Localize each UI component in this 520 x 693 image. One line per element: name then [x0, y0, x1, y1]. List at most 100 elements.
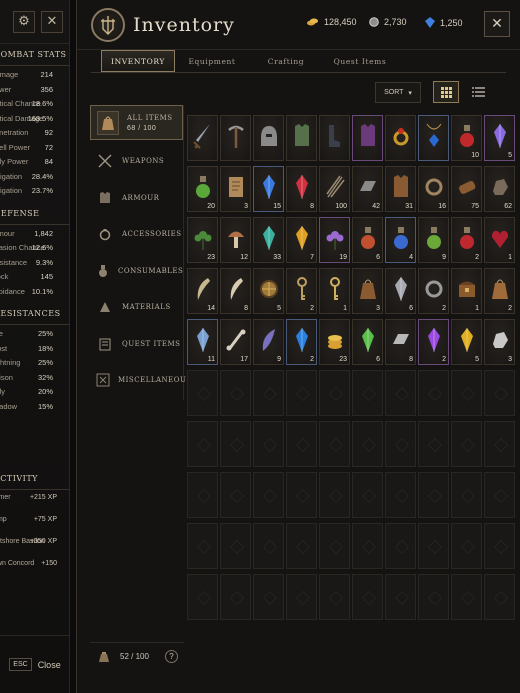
inventory-slot[interactable]: 62: [484, 166, 515, 212]
inventory-slot[interactable]: [385, 115, 416, 161]
empty-slot[interactable]: [418, 472, 449, 518]
empty-slot[interactable]: [352, 421, 383, 467]
empty-slot[interactable]: [253, 574, 284, 620]
inventory-slot[interactable]: [352, 115, 383, 161]
grid-view-button[interactable]: [433, 81, 459, 103]
close-label[interactable]: Close: [38, 660, 61, 670]
inventory-slot[interactable]: 100: [319, 166, 350, 212]
inventory-slot[interactable]: 6: [385, 268, 416, 314]
empty-slot[interactable]: [220, 472, 251, 518]
empty-slot[interactable]: [187, 574, 218, 620]
empty-slot[interactable]: [484, 472, 515, 518]
inventory-slot[interactable]: 2: [286, 268, 317, 314]
empty-slot[interactable]: [253, 472, 284, 518]
category-all-items[interactable]: All Items 68 / 100: [90, 105, 183, 140]
tab-crafting[interactable]: Crafting: [249, 50, 323, 72]
empty-slot[interactable]: [352, 370, 383, 416]
inventory-slot[interactable]: 8: [220, 268, 251, 314]
inventory-slot[interactable]: 9: [418, 217, 449, 263]
empty-slot[interactable]: [451, 472, 482, 518]
tab-inventory[interactable]: Inventory: [101, 50, 175, 72]
inventory-slot[interactable]: 5: [253, 268, 284, 314]
esc-key[interactable]: ESC: [9, 658, 32, 671]
inventory-slot[interactable]: 12: [220, 217, 251, 263]
inventory-slot[interactable]: 15: [253, 166, 284, 212]
empty-slot[interactable]: [319, 421, 350, 467]
empty-slot[interactable]: [187, 370, 218, 416]
empty-slot[interactable]: [220, 523, 251, 569]
inventory-slot[interactable]: 33: [253, 217, 284, 263]
empty-slot[interactable]: [286, 523, 317, 569]
empty-slot[interactable]: [253, 523, 284, 569]
category-miscellaneous[interactable]: Miscellaneous: [90, 362, 191, 399]
list-view-button[interactable]: [465, 81, 491, 103]
empty-slot[interactable]: [319, 472, 350, 518]
inventory-slot[interactable]: 3: [352, 268, 383, 314]
empty-slot[interactable]: [220, 421, 251, 467]
empty-slot[interactable]: [418, 574, 449, 620]
inventory-slot[interactable]: 20: [187, 166, 218, 212]
inventory-slot[interactable]: 8: [286, 166, 317, 212]
empty-slot[interactable]: [352, 574, 383, 620]
empty-slot[interactable]: [220, 370, 251, 416]
inventory-slot[interactable]: [220, 115, 251, 161]
category-consumables[interactable]: Consumables: [90, 253, 183, 290]
inventory-slot[interactable]: 3: [484, 319, 515, 365]
empty-slot[interactable]: [187, 472, 218, 518]
empty-slot[interactable]: [286, 472, 317, 518]
empty-slot[interactable]: [484, 523, 515, 569]
inventory-slot[interactable]: 2: [484, 268, 515, 314]
help-button[interactable]: ?: [164, 650, 178, 663]
inventory-slot[interactable]: 23: [187, 217, 218, 263]
category-weapons[interactable]: Weapons: [90, 143, 183, 180]
empty-slot[interactable]: [286, 370, 317, 416]
empty-slot[interactable]: [484, 421, 515, 467]
close-bar[interactable]: ESC Close: [0, 635, 69, 693]
category-accessories[interactable]: Accessories: [90, 216, 183, 253]
empty-slot[interactable]: [253, 370, 284, 416]
inventory-slot[interactable]: 9: [253, 319, 284, 365]
inventory-slot[interactable]: [418, 115, 449, 161]
category-armour[interactable]: Armour: [90, 180, 183, 217]
empty-slot[interactable]: [220, 574, 251, 620]
stats-close-button[interactable]: ✕: [41, 10, 63, 33]
inventory-slot[interactable]: [286, 115, 317, 161]
inventory-slot[interactable]: 16: [418, 166, 449, 212]
inventory-slot[interactable]: 1: [451, 268, 482, 314]
inventory-slot[interactable]: 2: [418, 319, 449, 365]
empty-slot[interactable]: [418, 523, 449, 569]
empty-slot[interactable]: [484, 370, 515, 416]
empty-slot[interactable]: [418, 370, 449, 416]
empty-slot[interactable]: [418, 421, 449, 467]
empty-slot[interactable]: [253, 421, 284, 467]
empty-slot[interactable]: [319, 370, 350, 416]
inventory-slot[interactable]: 3: [220, 166, 251, 212]
inventory-slot[interactable]: 1: [319, 268, 350, 314]
inventory-slot[interactable]: 5: [484, 115, 515, 161]
empty-slot[interactable]: [385, 574, 416, 620]
empty-slot[interactable]: [385, 472, 416, 518]
settings-button[interactable]: ⚙: [13, 10, 35, 33]
tab-equipment[interactable]: Equipment: [175, 50, 249, 72]
empty-slot[interactable]: [385, 523, 416, 569]
inventory-slot[interactable]: 11: [187, 319, 218, 365]
inventory-slot[interactable]: 17: [220, 319, 251, 365]
inventory-slot[interactable]: 2: [286, 319, 317, 365]
inventory-slot[interactable]: 42: [352, 166, 383, 212]
tab-quest-items[interactable]: Quest Items: [323, 50, 397, 72]
empty-slot[interactable]: [451, 523, 482, 569]
empty-slot[interactable]: [286, 574, 317, 620]
empty-slot[interactable]: [484, 574, 515, 620]
empty-slot[interactable]: [187, 421, 218, 467]
inventory-slot[interactable]: 23: [319, 319, 350, 365]
inventory-slot[interactable]: 6: [352, 319, 383, 365]
empty-slot[interactable]: [352, 472, 383, 518]
inventory-slot[interactable]: 1: [484, 217, 515, 263]
inventory-slot[interactable]: 5: [451, 319, 482, 365]
empty-slot[interactable]: [319, 574, 350, 620]
category-quest-items[interactable]: Quest Items: [90, 326, 183, 363]
inventory-slot[interactable]: 7: [286, 217, 317, 263]
empty-slot[interactable]: [319, 523, 350, 569]
category-materials[interactable]: Materials: [90, 289, 183, 326]
inventory-slot[interactable]: [253, 115, 284, 161]
